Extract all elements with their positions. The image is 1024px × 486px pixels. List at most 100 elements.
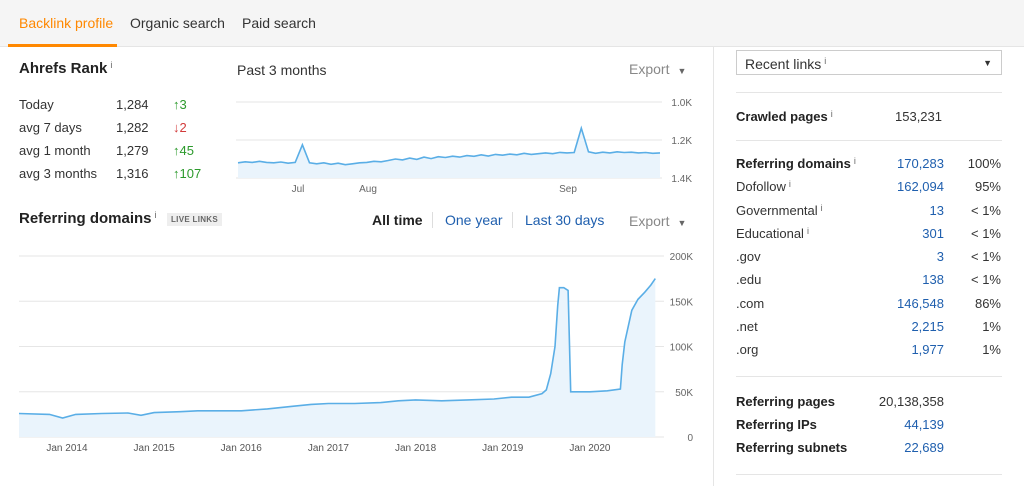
range-one-year[interactable]: One year <box>445 212 503 228</box>
label-text: Dofollow <box>736 179 786 194</box>
x-tick-label: Jan 2016 <box>221 443 263 454</box>
info-icon[interactable]: i <box>854 156 856 166</box>
caret-down-icon: ▼ <box>677 66 687 76</box>
referring-subnets-value[interactable]: 22,689 <box>904 440 944 455</box>
rank-label-1month: avg 1 month <box>19 143 91 158</box>
breakdown-pct-edu: < 1% <box>971 272 1001 287</box>
y-tick-label: 1.4K <box>671 174 692 185</box>
x-tick-label: Jul <box>292 184 305 195</box>
domains-export-button[interactable]: Export ▼ <box>629 213 686 229</box>
tab-backlink-profile[interactable]: Backlink profile <box>19 15 113 31</box>
info-icon[interactable]: i <box>821 203 823 213</box>
rank-change-3months: ↑107 <box>173 166 201 181</box>
rank-value-3months: 1,316 <box>116 166 149 181</box>
rank-value-today: 1,284 <box>116 97 149 112</box>
tabs-bar: Backlink profile Organic search Paid sea… <box>0 0 1024 47</box>
label-text: Governmental <box>736 203 818 218</box>
crawled-pages-label: Crawled pages i <box>736 109 833 124</box>
ahrefs-rank-chart: 1.0K 1.2K 1.4K Jul Aug Sep <box>236 98 692 195</box>
divider <box>736 140 1002 141</box>
recent-links-select[interactable]: Recent links i ▼ <box>736 50 1002 75</box>
y-tick-label: 200K <box>670 252 694 263</box>
breakdown-label-edu: .edu <box>736 272 762 287</box>
range-all-time[interactable]: All time <box>372 212 423 228</box>
info-icon[interactable]: i <box>807 226 809 236</box>
label-text: Referring domains <box>736 156 851 171</box>
ahrefs-rank-title: Ahrefs Rank i <box>19 60 112 77</box>
breakdown-label-governmental: Governmental i <box>736 203 823 218</box>
referring-domains-value[interactable]: 170,283 <box>897 156 944 171</box>
info-icon[interactable]: i <box>110 60 112 70</box>
breakdown-label-educational: Educational i <box>736 226 809 241</box>
breakdown-label-com: .com <box>736 296 765 311</box>
label-text: Crawled pages <box>736 109 828 124</box>
ahrefs-rank-title-text: Ahrefs Rank <box>19 60 108 77</box>
breakdown-label-org: .org <box>736 342 759 357</box>
chevron-down-icon: ▼ <box>983 58 992 68</box>
referring-ips-label: Referring IPs <box>736 417 817 432</box>
rank-change-value: 3 <box>179 97 187 112</box>
range-separator <box>432 212 433 228</box>
referring-domains-title-text: Referring domains <box>19 210 152 227</box>
x-tick-label: Jan 2019 <box>482 443 524 454</box>
referring-ips-value[interactable]: 44,139 <box>904 417 944 432</box>
breakdown-pct-gov: < 1% <box>971 249 1001 264</box>
divider <box>736 92 1002 93</box>
breakdown-pct-org: 1% <box>982 342 1001 357</box>
rank-change-7days: ↓2 <box>173 120 187 135</box>
caret-down-icon: ▼ <box>677 218 687 228</box>
range-separator <box>512 212 513 228</box>
divider <box>736 376 1002 377</box>
rank-label-3months: avg 3 months <box>19 166 98 181</box>
rank-change-value: 107 <box>179 166 202 181</box>
referring-domains-chart: 200K 150K 100K 50K 0 Jan 2014 Jan 2015 Jan 2016… <box>18 252 694 454</box>
active-tab-indicator <box>8 44 117 47</box>
tab-paid-search[interactable]: Paid search <box>242 15 316 31</box>
x-tick-label: Jan 2017 <box>308 443 350 454</box>
x-tick-label: Jan 2018 <box>395 443 437 454</box>
export-label: Export <box>629 213 670 229</box>
info-icon[interactable]: i <box>831 109 833 119</box>
x-tick-label: Jan 2020 <box>569 443 611 454</box>
rank-period-label: Past 3 months <box>237 62 327 78</box>
tab-organic-search[interactable]: Organic search <box>130 15 225 31</box>
rank-change-value: 2 <box>179 120 187 135</box>
x-tick-label: Jan 2015 <box>134 443 176 454</box>
info-icon: i <box>824 56 827 66</box>
referring-subnets-label: Referring subnets <box>736 440 848 455</box>
breakdown-value-edu[interactable]: 138 <box>922 272 944 287</box>
y-tick-label: 150K <box>670 297 694 308</box>
breakdown-value-org[interactable]: 1,977 <box>911 342 944 357</box>
x-tick-label: Sep <box>559 184 577 195</box>
breakdown-value-dofollow[interactable]: 162,094 <box>897 179 944 194</box>
y-tick-label: 100K <box>670 343 694 354</box>
label-text: Educational <box>736 226 804 241</box>
y-tick-label: 1.0K <box>671 98 692 109</box>
info-icon[interactable]: i <box>789 179 791 189</box>
x-tick-label: Jan 2014 <box>46 443 88 454</box>
rank-label-today: Today <box>19 97 54 112</box>
breakdown-pct-governmental: < 1% <box>971 203 1001 218</box>
rank-change-today: ↑3 <box>173 97 187 112</box>
live-links-badge: LIVE LINKS <box>167 213 223 226</box>
range-last-30-days[interactable]: Last 30 days <box>525 212 604 228</box>
breakdown-value-educational[interactable]: 301 <box>922 226 944 241</box>
rank-value-1month: 1,279 <box>116 143 149 158</box>
breakdown-value-com[interactable]: 146,548 <box>897 296 944 311</box>
breakdown-value-gov[interactable]: 3 <box>937 249 944 264</box>
breakdown-label-gov: .gov <box>736 249 761 264</box>
breakdown-label-net: .net <box>736 319 758 334</box>
rank-change-1month: ↑45 <box>173 143 194 158</box>
breakdown-value-governmental[interactable]: 13 <box>930 203 944 218</box>
x-tick-label: Aug <box>359 184 377 195</box>
breakdown-label-dofollow: Dofollow i <box>736 179 791 194</box>
rank-export-button[interactable]: Export ▼ <box>629 61 686 77</box>
referring-domains-pct: 100% <box>967 156 1001 171</box>
info-icon[interactable]: i <box>155 210 157 220</box>
referring-domains-label: Referring domains i <box>736 156 856 171</box>
select-label: Recent links i <box>745 56 826 72</box>
breakdown-value-net[interactable]: 2,215 <box>911 319 944 334</box>
y-tick-label: 1.2K <box>671 136 692 147</box>
rank-value-7days: 1,282 <box>116 120 149 135</box>
referring-pages-value: 20,138,358 <box>878 394 944 409</box>
